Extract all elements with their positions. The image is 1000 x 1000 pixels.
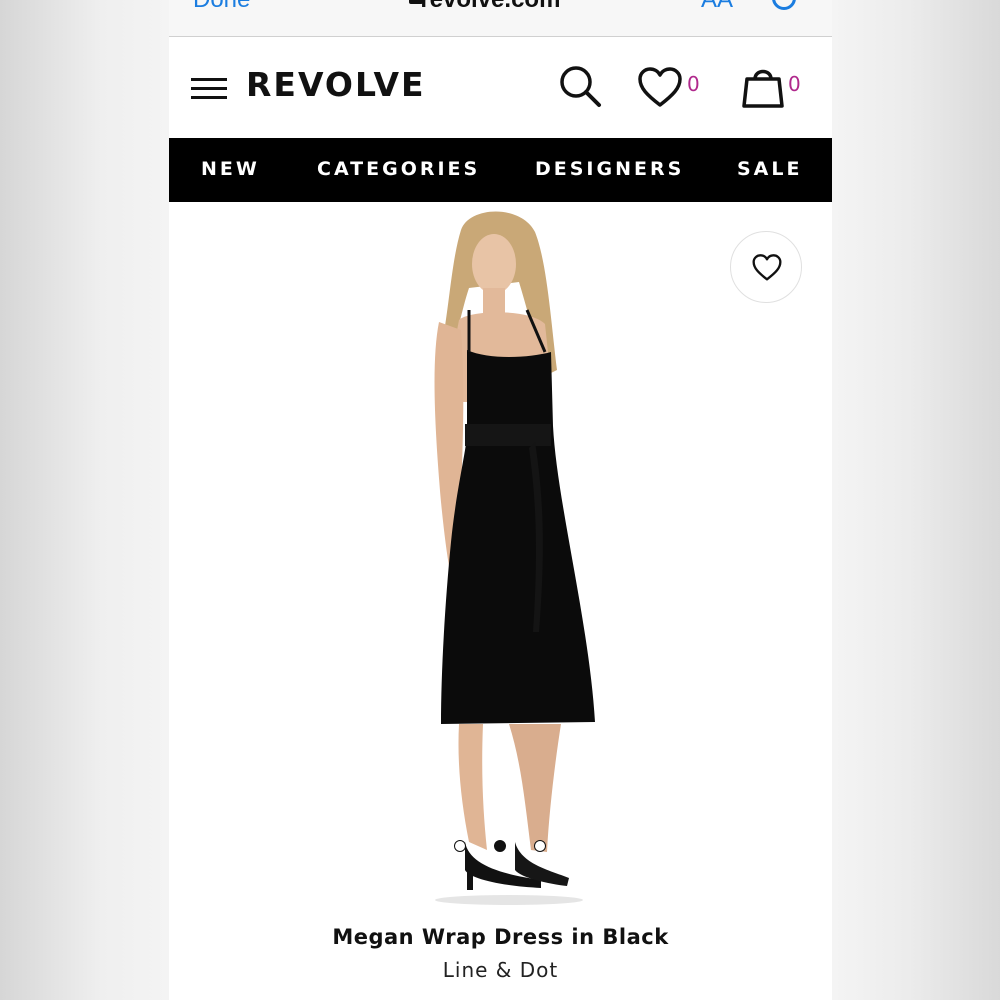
product-image-carousel[interactable] (169, 202, 832, 912)
main-nav: NEW CATEGORIES DESIGNERS SALE (169, 138, 832, 202)
reader-settings-button[interactable]: AA (701, 0, 733, 14)
product-photo (434, 211, 595, 905)
url-value: revolve.com (420, 0, 560, 13)
done-button[interactable]: Done (193, 0, 250, 14)
carousel-dot-1[interactable] (454, 840, 466, 852)
heart-icon (752, 254, 782, 281)
carousel-dots (452, 840, 552, 856)
menu-icon[interactable] (191, 78, 227, 100)
nav-item-categories[interactable]: CATEGORIES (317, 158, 480, 180)
add-to-wishlist-button[interactable] (730, 231, 802, 303)
phone-screen: Done revolve.com AA REVOLVE 0 0 NEW CATE… (169, 0, 832, 1000)
nav-item-sale[interactable]: SALE (737, 158, 802, 180)
wishlist-count: 0 (687, 72, 700, 96)
bag-count: 0 (788, 72, 801, 96)
reload-icon[interactable] (772, 0, 796, 10)
product-name: Megan Wrap Dress in Black (332, 925, 669, 949)
wishlist-icon[interactable] (637, 67, 683, 109)
site-logo[interactable]: REVOLVE (246, 65, 426, 104)
site-header: REVOLVE 0 0 (169, 37, 832, 137)
browser-toolbar: Done revolve.com AA (169, 0, 832, 37)
carousel-dot-3[interactable] (534, 840, 546, 852)
nav-item-new[interactable]: NEW (201, 158, 260, 180)
carousel-dot-2[interactable] (494, 840, 506, 852)
nav-item-designers[interactable]: DESIGNERS (535, 158, 684, 180)
url-text[interactable]: revolve.com (407, 0, 560, 14)
search-icon[interactable] (557, 63, 603, 109)
background-left (0, 0, 169, 1000)
product-brand-link[interactable]: Line & Dot (169, 958, 832, 982)
shopping-bag-icon[interactable] (741, 63, 785, 109)
background-right (832, 0, 1000, 1000)
